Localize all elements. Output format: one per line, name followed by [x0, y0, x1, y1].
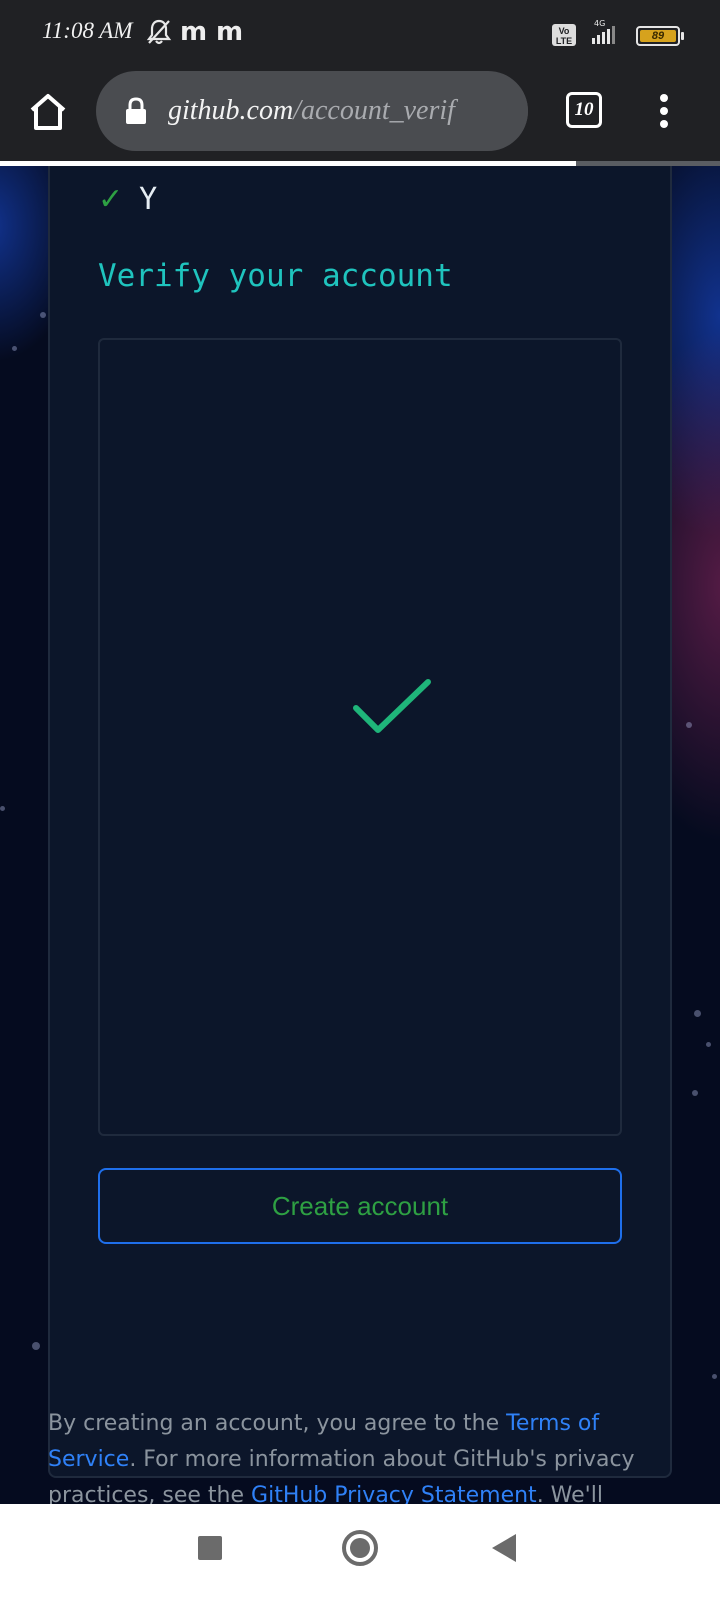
status-time: 11:08 AM	[42, 18, 133, 43]
create-account-button[interactable]: Create account	[98, 1168, 622, 1244]
url-text: github.com/account_verif	[168, 91, 512, 131]
star-decoration	[712, 1374, 717, 1379]
star-decoration	[694, 1010, 701, 1017]
star-decoration	[0, 806, 5, 811]
url-bar[interactable]: github.com/account_verif	[96, 71, 528, 151]
recents-button[interactable]	[198, 1536, 222, 1560]
m-icon: m	[180, 17, 208, 47]
terms-text: By creating an account, you agree to the	[48, 1411, 507, 1436]
url-host: github.com	[168, 95, 294, 126]
star-decoration	[12, 346, 17, 351]
home-icon[interactable]	[24, 88, 72, 136]
privacy-statement-link[interactable]: GitHub Privacy Statement	[251, 1483, 537, 1504]
web-page: ✓ Y Verify your account Create account B…	[0, 166, 720, 1504]
m-icon: m	[216, 17, 244, 47]
completed-step-value: Y	[139, 181, 158, 217]
battery-level: 89	[640, 30, 676, 42]
star-decoration	[692, 1090, 698, 1096]
star-decoration	[686, 722, 692, 728]
status-bar: 11:08 AM m m Vo LTE 4G 89	[0, 0, 720, 68]
terms-notice: By creating an account, you agree to the…	[48, 1406, 678, 1504]
captcha-frame[interactable]	[98, 338, 622, 1136]
bell-off-icon	[146, 18, 172, 46]
check-icon	[352, 678, 432, 738]
overflow-menu-icon[interactable]	[650, 92, 678, 132]
checkmark-icon: ✓	[98, 181, 124, 217]
signal-icon: 4G	[588, 18, 616, 46]
url-path: /account_verif	[293, 95, 455, 126]
network-type: 4G	[594, 19, 605, 28]
star-decoration	[32, 1342, 40, 1350]
lock-icon	[124, 97, 148, 125]
home-button[interactable]	[342, 1530, 378, 1566]
system-nav-bar	[0, 1504, 720, 1600]
battery-icon: 89	[636, 26, 684, 46]
verify-title: Verify your account	[98, 258, 453, 294]
completed-step-row: ✓ Y	[98, 181, 158, 217]
browser-toolbar: github.com/account_verif 10	[0, 68, 720, 164]
volte-icon: Vo LTE	[552, 24, 576, 46]
tab-switcher-button[interactable]: 10	[566, 92, 602, 128]
back-button[interactable]	[492, 1534, 516, 1562]
signup-card: ✓ Y Verify your account Create account	[48, 166, 672, 1478]
star-decoration	[706, 1042, 711, 1047]
star-decoration	[40, 312, 46, 318]
